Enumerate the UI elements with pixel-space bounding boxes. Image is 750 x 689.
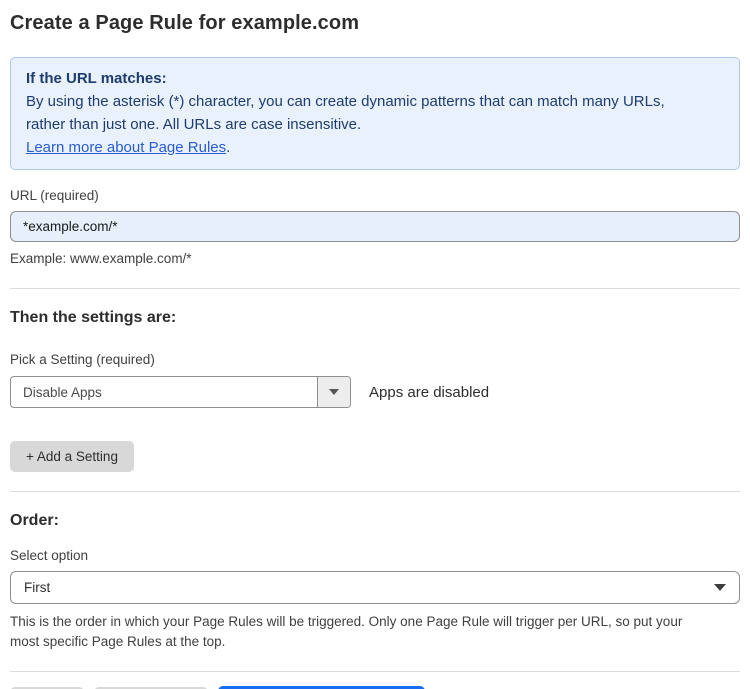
info-link-line: Learn more about Page Rules. [26, 136, 724, 159]
url-label: URL (required) [10, 188, 99, 203]
dropdown-arrow-button[interactable] [317, 377, 350, 407]
divider [10, 671, 740, 672]
divider [10, 491, 740, 492]
order-select-value: First [24, 580, 51, 595]
order-section-heading: Order: [10, 512, 59, 529]
learn-more-link[interactable]: Learn more about Page Rules [26, 139, 226, 156]
select-option-label: Select option [10, 548, 89, 563]
chevron-down-icon [714, 584, 726, 591]
setting-row: Disable Apps Apps are disabled [10, 376, 740, 408]
order-help-text: This is the order in which your Page Rul… [10, 614, 683, 649]
setting-status-text: Apps are disabled [369, 383, 490, 401]
setting-dropdown[interactable]: Disable Apps [10, 376, 351, 408]
add-setting-button[interactable]: + Add a Setting [10, 441, 134, 472]
order-select[interactable]: First [10, 571, 740, 604]
link-suffix: . [226, 139, 231, 156]
chevron-down-icon [329, 389, 339, 395]
url-example-hint: Example: www.example.com/* [10, 251, 192, 266]
pick-setting-label: Pick a Setting (required) [10, 352, 155, 367]
info-box-body: By using the asterisk (*) character, you… [26, 93, 665, 133]
info-box-heading: If the URL matches: [26, 70, 167, 87]
settings-section-heading: Then the settings are: [10, 309, 177, 326]
divider [10, 288, 740, 289]
create-page-rule-form: Create a Page Rule for example.com If th… [0, 0, 750, 689]
page-title: Create a Page Rule for example.com [10, 12, 360, 34]
setting-dropdown-value: Disable Apps [23, 384, 102, 400]
url-input[interactable] [10, 211, 740, 242]
info-box: If the URL matches: By using the asteris… [10, 57, 740, 170]
